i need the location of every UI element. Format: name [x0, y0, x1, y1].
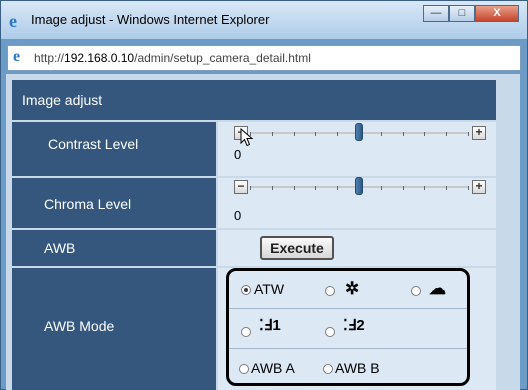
slider-tick: [337, 186, 338, 190]
fluorescent-2-radio[interactable]: [325, 327, 335, 337]
slider-tick: [424, 132, 425, 136]
contrast-label-cell: Contrast Level: [12, 122, 216, 176]
minimize-button[interactable]: —: [423, 5, 449, 22]
awb-label-cell: AWB: [12, 230, 216, 266]
slider-tick: [337, 132, 338, 136]
cloud-radio[interactable]: [411, 286, 421, 296]
execute-button[interactable]: Execute: [260, 236, 334, 260]
address-url[interactable]: http://192.168.0.10/admin/setup_camera_d…: [34, 51, 311, 65]
divider: [229, 308, 467, 309]
chroma-control-cell: − + 0: [218, 177, 496, 228]
ie-logo-icon: e: [9, 11, 17, 31]
page-header: Image adjust: [12, 80, 496, 120]
slider-tick: [381, 186, 382, 190]
awb-a-radio[interactable]: [239, 364, 249, 374]
atw-label[interactable]: ATW: [254, 281, 284, 297]
title-bar: e Image adjust - Windows Internet Explor…: [1, 1, 527, 39]
chroma-increase-button[interactable]: +: [472, 180, 486, 194]
awb-a-label[interactable]: AWB A: [251, 360, 295, 376]
chroma-value: 0: [234, 208, 242, 223]
slider-tick: [381, 132, 382, 136]
mouse-cursor-icon: [240, 128, 254, 147]
slider-tick: [272, 132, 273, 136]
window-title: Image adjust - Windows Internet Explorer: [31, 12, 270, 27]
fluorescent-1-radio[interactable]: [241, 327, 251, 337]
awb-label: AWB: [44, 240, 76, 256]
cloud-icon: ☁: [429, 279, 446, 298]
fluorescent-1-icon: ⁚Ⅎ1: [259, 317, 281, 334]
awb-mode-label: AWB Mode: [44, 318, 115, 334]
contrast-value: 0: [234, 147, 242, 162]
contrast-increase-button[interactable]: +: [472, 126, 486, 140]
slider-tick: [403, 132, 404, 136]
chroma-label: Chroma Level: [44, 196, 132, 212]
awb-b-radio[interactable]: [323, 364, 333, 374]
slider-tick: [315, 186, 316, 190]
sun-icon: ✲: [345, 279, 360, 298]
slider-tick: [468, 186, 469, 190]
slider-tick: [294, 132, 295, 136]
atw-radio[interactable]: [241, 285, 251, 295]
window-controls: — □ X: [423, 5, 519, 23]
slider-tick: [424, 186, 425, 190]
awb-control-cell: Execute: [218, 230, 496, 266]
awb-mode-label-cell: AWB Mode: [12, 268, 216, 390]
slider-tick: [294, 186, 295, 190]
slider-tick: [446, 186, 447, 190]
slider-tick: [315, 132, 316, 136]
chroma-slider[interactable]: − +: [234, 177, 486, 195]
slider-tick: [468, 132, 469, 136]
address-bar[interactable]: e http://192.168.0.10/admin/setup_camera…: [7, 45, 521, 71]
contrast-slider[interactable]: − +: [234, 123, 486, 141]
fluorescent-2-icon: ⁚Ⅎ2: [343, 317, 365, 334]
slider-tick: [359, 186, 360, 190]
slider-tick: [272, 186, 273, 190]
divider: [229, 348, 467, 349]
slider-tick: [359, 132, 360, 136]
page-title: Image adjust: [22, 92, 103, 108]
slider-tick: [250, 186, 251, 190]
page-icon: e: [13, 48, 21, 65]
chroma-label-cell: Chroma Level: [12, 178, 216, 228]
sun-radio[interactable]: [325, 286, 335, 296]
contrast-control-cell: − + 0: [218, 122, 496, 176]
chroma-decrease-button[interactable]: −: [234, 180, 248, 194]
contrast-label: Contrast Level: [48, 136, 139, 152]
awb-b-label[interactable]: AWB B: [335, 360, 380, 376]
awb-mode-options: ATW ✲ ☁ ⁚Ⅎ1 ⁚Ⅎ2 AWB A AWB B: [226, 268, 470, 386]
slider-tick: [446, 132, 447, 136]
slider-tick: [403, 186, 404, 190]
close-button[interactable]: X: [475, 5, 519, 22]
maximize-button[interactable]: □: [449, 5, 475, 22]
